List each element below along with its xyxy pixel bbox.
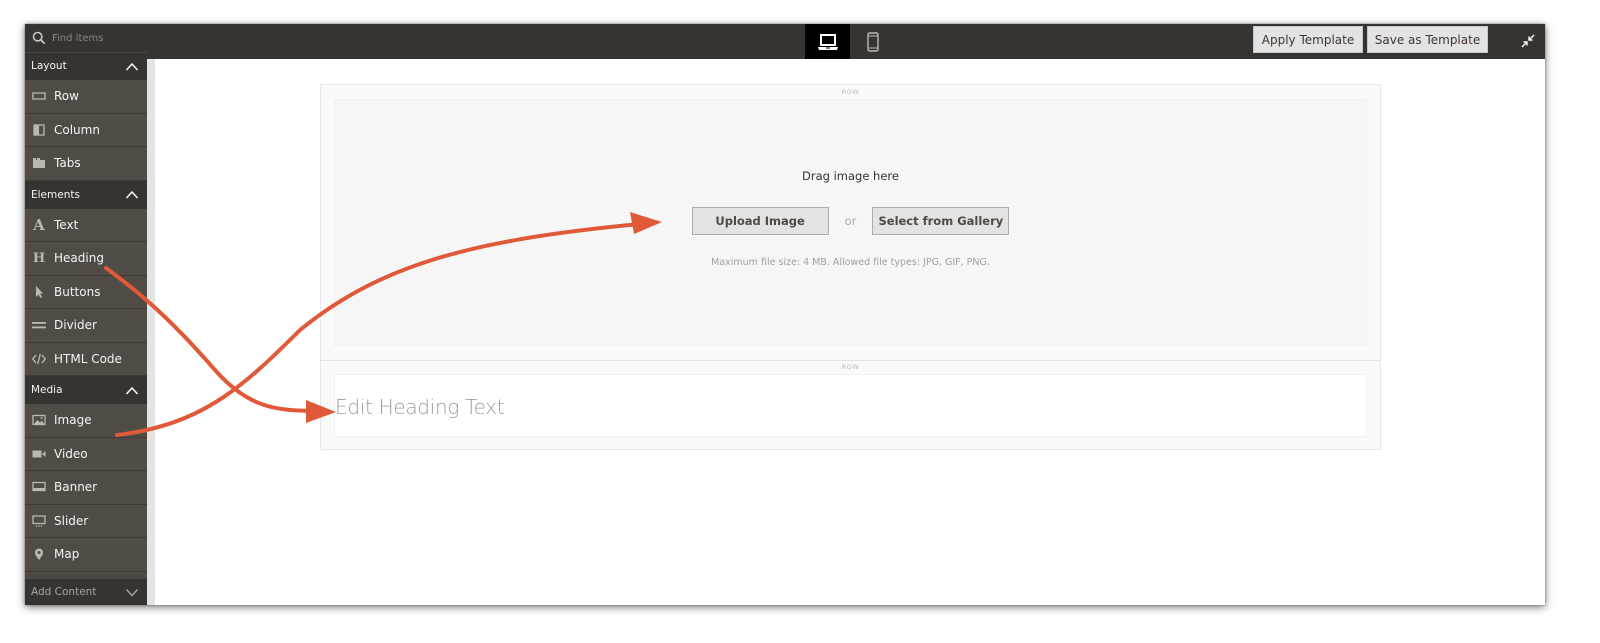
chevron-up-icon — [125, 62, 139, 71]
row-divider — [321, 360, 1380, 361]
sidebar-item-video[interactable]: Video — [25, 437, 147, 471]
item-label: Slider — [54, 513, 89, 528]
sidebar-item-slider[interactable]: Slider — [25, 504, 147, 538]
sidebar-item-heading[interactable]: H Heading — [25, 242, 147, 276]
search-box[interactable] — [25, 24, 148, 52]
heading-block[interactable]: Edit Heading Text — [334, 374, 1367, 437]
item-label: Image — [54, 413, 92, 428]
divider-icon — [32, 322, 46, 329]
content-sidebar: Layout Row Column Tabs Elements A Text H… — [25, 52, 147, 605]
row-icon — [32, 92, 46, 100]
collapse-fullscreen-icon[interactable] — [1520, 33, 1536, 49]
group-header-elements[interactable]: Elements — [25, 180, 147, 209]
file-info-text: Maximum file size: 4 MB. Allowed file ty… — [711, 257, 990, 268]
mobile-phone-icon — [866, 31, 879, 52]
footer-label: Add Content — [31, 586, 97, 598]
video-icon — [32, 450, 46, 458]
map-pin-icon — [35, 548, 43, 561]
top-toolbar: Apply Template Save as Template — [25, 24, 1545, 59]
upload-image-button[interactable]: Upload Image — [691, 207, 829, 235]
search-input[interactable] — [52, 32, 142, 44]
add-content-toggle[interactable]: Add Content — [25, 579, 147, 605]
device-switcher — [805, 24, 895, 59]
divider — [25, 52, 147, 53]
or-text: or — [844, 214, 857, 228]
page-builder-window: Apply Template Save as Template Layout R… — [25, 24, 1545, 605]
sidebar-item-map[interactable]: Map — [25, 538, 147, 572]
group-header-media[interactable]: Media — [25, 376, 147, 404]
chevron-down-icon — [125, 588, 139, 597]
editor-canvas: ROW Drag image here Upload Image or Sele… — [147, 59, 1545, 605]
banner-icon — [32, 482, 46, 492]
sidebar-item-divider[interactable]: Divider — [25, 309, 147, 343]
mobile-view-button[interactable] — [850, 24, 895, 59]
item-label: Text — [54, 217, 79, 232]
sidebar-item-row[interactable]: Row — [25, 80, 147, 114]
chevron-up-icon — [125, 190, 139, 199]
item-label: Column — [54, 122, 100, 137]
item-label: Heading — [54, 251, 104, 266]
item-label: HTML Code — [54, 351, 122, 366]
group-label: Elements — [31, 188, 80, 201]
item-label: Map — [54, 547, 80, 562]
sidebar-item-column[interactable]: Column — [25, 113, 147, 147]
item-label: Row — [54, 89, 79, 104]
select-from-gallery-button[interactable]: Select from Gallery — [872, 207, 1010, 235]
sidebar-item-tabs[interactable]: Tabs — [25, 147, 147, 181]
upload-actions: Upload Image or Select from Gallery — [335, 207, 1366, 235]
item-label: Video — [54, 446, 88, 461]
group-label: Media — [31, 384, 63, 396]
search-icon — [32, 31, 46, 45]
apply-template-button[interactable]: Apply Template — [1253, 26, 1363, 53]
sidebar-item-banner[interactable]: Banner — [25, 471, 147, 505]
canvas-edge — [147, 59, 155, 605]
slider-icon — [32, 515, 46, 527]
sidebar-item-text[interactable]: A Text — [25, 208, 147, 242]
save-as-template-button[interactable]: Save as Template — [1367, 26, 1488, 53]
desktop-view-button[interactable] — [805, 24, 850, 59]
group-label: Layout — [31, 60, 67, 72]
sidebar-item-buttons[interactable]: Buttons — [25, 275, 147, 309]
text-icon: A — [33, 215, 45, 234]
row-label: ROW — [841, 363, 860, 371]
sidebar-item-image[interactable]: Image — [25, 404, 147, 438]
item-label: Buttons — [54, 284, 101, 299]
item-label: Banner — [54, 480, 98, 495]
laptop-icon — [817, 33, 838, 50]
chevron-up-icon — [125, 386, 139, 395]
sidebar-item-html-code[interactable]: HTML Code — [25, 342, 147, 376]
column-icon — [33, 124, 45, 136]
row-label: ROW — [841, 88, 860, 96]
item-label: Divider — [54, 318, 97, 333]
code-icon — [32, 353, 46, 364]
item-label: Tabs — [54, 156, 81, 171]
tabs-icon — [33, 158, 45, 169]
drag-image-text: Drag image here — [802, 169, 899, 183]
content-stage: ROW Drag image here Upload Image or Sele… — [320, 84, 1381, 450]
heading-editable-text[interactable]: Edit Heading Text — [335, 395, 505, 419]
cursor-icon — [36, 285, 43, 298]
group-header-layout[interactable]: Layout — [25, 52, 147, 80]
image-icon — [32, 415, 46, 426]
image-drop-zone[interactable]: Drag image here Upload Image or Select f… — [334, 99, 1367, 346]
heading-icon: H — [32, 250, 46, 266]
